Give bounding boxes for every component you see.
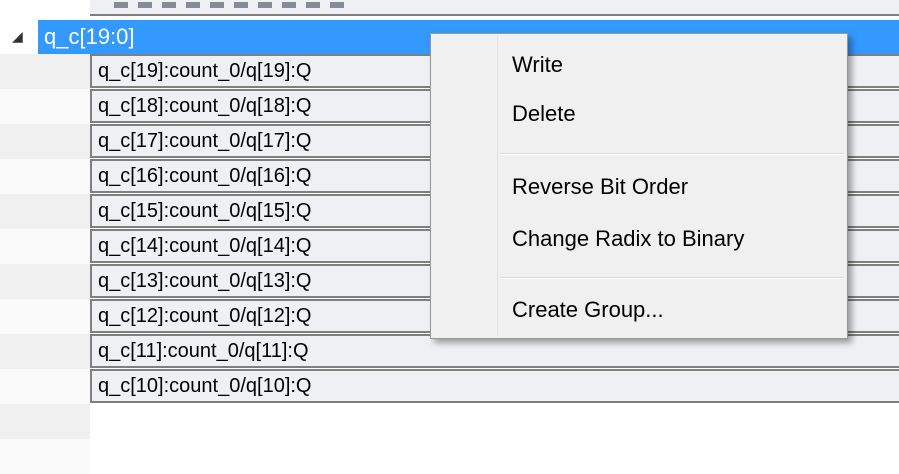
row-gutter [0,159,90,194]
signal-label: q_c[19]:count_0/q[19]:Q [98,60,312,82]
menu-item-reverse-bit-order[interactable]: Reverse Bit Order [433,167,845,207]
signal-label: q_c[18]:count_0/q[18]:Q [98,95,312,117]
context-menu: Write Delete Reverse Bit Order Change Ra… [430,33,848,339]
row-gutter [0,334,90,369]
menu-separator [501,277,843,279]
menu-item-write[interactable]: Write [433,45,845,85]
signal-label: q_c[12]:count_0/q[12]:Q [98,305,312,327]
tree-row-clipped[interactable] [90,0,899,16]
menu-item-create-group[interactable]: Create Group... [433,290,845,330]
signal-label: q_c[10]:count_0/q[10]:Q [98,375,312,397]
row-gutter [0,194,90,229]
row-gutter [0,439,90,474]
row-gutter [0,404,90,439]
signal-label: q_c[16]:count_0/q[16]:Q [98,165,312,187]
menu-item-change-radix-binary[interactable]: Change Radix to Binary [433,219,845,259]
signal-label: q_c[14]:count_0/q[14]:Q [98,235,312,257]
menu-separator [501,153,843,155]
collapse-triangle-icon[interactable]: ◢ [12,28,23,45]
row-gutter [0,264,90,299]
signal-row[interactable]: q_c[10]:count_0/q[10]:Q [90,369,899,403]
row-gutter [0,369,90,404]
row-gutter [0,89,90,124]
row-gutter [0,54,90,89]
signal-label: q_c[15]:count_0/q[15]:Q [98,200,312,222]
signal-label: q_c[13]:count_0/q[13]:Q [98,270,312,292]
row-gutter [0,229,90,264]
signal-label: q_c[11]:count_0/q[11]:Q [98,340,309,362]
signal-label: q_c[17]:count_0/q[17]:Q [98,130,312,152]
signal-row[interactable]: q_c[11]:count_0/q[11]:Q [90,334,899,368]
row-gutter [0,124,90,159]
row-gutter [0,299,90,334]
menu-item-delete[interactable]: Delete [433,94,845,134]
